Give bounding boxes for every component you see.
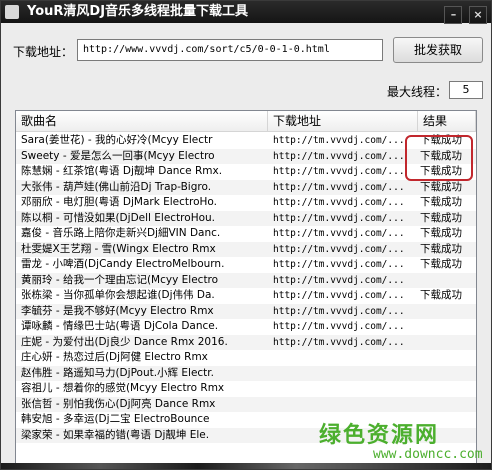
cell-download-url: http://tm.vvvdj.com/... [273, 228, 405, 239]
cell-song-name: 陈以桐 - 可惜没如果(DjDell ElectroHou. [21, 211, 216, 224]
cell-download-url: http://tm.vvvdj.com/... [273, 197, 405, 208]
cell-song-name: 黄丽玲 - 给我一个理由忘记(Mcyy Electro [21, 273, 219, 286]
title-bar: YouR清风DJ音乐多线程批量下载工具 – × [1, 1, 491, 24]
url-label: 下载地址： [13, 45, 74, 59]
table-row[interactable]: 陈以桐 - 可惜没如果(DjDell ElectroHou. http://tm.… [16, 210, 476, 226]
cell-download-url: http://tm.vvvdj.com/... [273, 336, 405, 348]
cell-song-name: 庄心妍 - 热恋过后(Dj阿健 Electro Rmx [21, 351, 208, 363]
column-header-url[interactable]: 下载地址 [268, 111, 418, 131]
cell-song-name: 韩安旭 - 多幸运(Dj二宝 ElectroBounce [21, 413, 210, 425]
cell-song-name: 李毓芬 - 是我不够好(Mcyy Electro Rmx [21, 304, 214, 317]
cell-song-name: 谭咏麟 - 情缘巴士站(粤语 DjCola Dance. [21, 320, 219, 332]
cell-download-url [268, 366, 416, 382]
url-input[interactable]: http://www.vvvdj.com/sort/c5/0-0-1-0.htm… [77, 39, 383, 61]
cell-song-name: 大张伟 - 葫芦娃(佛山前沿Dj Trap-Bigro. [21, 180, 212, 193]
table-row[interactable]: 李毓芬 - 是我不够好(Mcyy Electro Rmx http://tm.vv… [16, 303, 476, 320]
cell-download-url: http://tm.vvvdj.com/... [273, 290, 405, 301]
cell-song-name: 陈慧娴 - 红茶馆(粤语 Dj靓坤 Dance Rmx. [21, 165, 223, 177]
cell-result: 下载成功 [420, 258, 462, 270]
table-row[interactable]: 张栋梁 - 当你孤单你会想起谁(Dj伟伟 Da. http://tm.vvvdj.… [16, 288, 476, 304]
table-row[interactable]: 嘉俊 - 音乐路上陪你走新兴Dj細VIN Danc. http://tm.vvvd… [16, 226, 476, 242]
cell-download-url [268, 381, 416, 397]
cell-song-name: 梁家荣 - 如果幸福的错(粤语 Dj靓坤 Ele. [21, 428, 210, 441]
cell-result [418, 381, 476, 397]
cell-result [418, 350, 476, 366]
column-header-name[interactable]: 歌曲名 [16, 111, 268, 131]
cell-song-name: 容祖儿 - 想着你的感觉(Mcyy Electro Rmx [21, 382, 225, 394]
threads-label: 最大线程： [387, 85, 448, 99]
cell-download-url: http://tm.vvvdj.com/... [273, 305, 405, 317]
cell-result: 下载成功 [420, 211, 462, 224]
watermark: 绿色资源网 www.downcc.com [319, 417, 489, 469]
table-row[interactable]: 雷龙 - 小啤酒(DjCandy ElectroMelbourn. http://… [16, 257, 476, 273]
bottom-edge [1, 463, 491, 469]
cell-result: 下载成功 [420, 289, 462, 301]
cell-result: 下载成功 [420, 196, 462, 208]
cell-song-name: 赵伟胜 - 路遥知马力(DjPout.小辉 Electr. [21, 366, 214, 379]
list-header: 歌曲名 下载地址 结果 [16, 111, 476, 132]
cell-song-name: 张信哲 - 别怕我伤心(Dj阿亮 Dance Rmx [21, 397, 216, 410]
table-row[interactable]: 杜雯媞X王艺翔 - 雪(Wingx Electro Rmx http://tm.v… [16, 241, 476, 257]
cell-result [418, 273, 476, 289]
threads-input[interactable]: 5 [449, 81, 483, 99]
table-row[interactable]: 赵伟胜 - 路遥知马力(DjPout.小辉 Electr. [16, 365, 476, 382]
cell-result [418, 319, 476, 335]
cell-result [418, 335, 476, 351]
cell-result [418, 366, 476, 382]
success-highlight-box [405, 135, 473, 181]
watermark-text: 绿色资源网 [319, 423, 440, 448]
app-window: YouR清风DJ音乐多线程批量下载工具 – × 下载地址： http://www… [0, 0, 492, 470]
cell-download-url: http://tm.vvvdj.com/... [273, 166, 405, 177]
fetch-button[interactable]: 批发获取 [393, 37, 483, 63]
watermark-url: www.downcc.com [373, 447, 483, 462]
cell-result: 下载成功 [420, 242, 462, 255]
table-row[interactable]: 庄心妍 - 热恋过后(Dj阿健 Electro Rmx [16, 350, 476, 366]
cell-download-url [268, 350, 416, 366]
cell-download-url [268, 397, 416, 413]
cell-download-url: http://tm.vvvdj.com/... [273, 274, 405, 286]
cell-result: 下载成功 [420, 227, 462, 239]
cell-result: 下载成功 [420, 180, 462, 193]
app-icon [5, 5, 19, 19]
cell-result [418, 397, 476, 413]
table-row[interactable]: 庄妮 - 为爱付出(Dj良少 Dance Rmx 2016. http://tm.… [16, 334, 476, 351]
cell-download-url: http://tm.vvvdj.com/... [273, 181, 405, 193]
cell-download-url: http://tm.vvvdj.com/... [273, 259, 405, 270]
table-row[interactable]: 容祖儿 - 想着你的感觉(Mcyy Electro Rmx [16, 381, 476, 397]
table-row[interactable]: 黄丽玲 - 给我一个理由忘记(Mcyy Electro http://tm.vvv… [16, 272, 476, 289]
cell-download-url: http://tm.vvvdj.com/... [273, 150, 405, 162]
minimize-button[interactable]: – [444, 6, 463, 24]
table-row[interactable]: 谭咏麟 - 情缘巴士站(粤语 DjCola Dance. http://tm.vv… [16, 319, 476, 335]
cell-song-name: 嘉俊 - 音乐路上陪你走新兴Dj細VIN Danc. [21, 227, 221, 239]
cell-result [418, 304, 476, 320]
cell-song-name: 庄妮 - 为爱付出(Dj良少 Dance Rmx 2016. [21, 335, 228, 348]
cell-song-name: 张栋梁 - 当你孤单你会想起谁(Dj伟伟 Da. [21, 289, 215, 301]
cell-download-url: http://tm.vvvdj.com/... [273, 212, 405, 224]
cell-song-name: 杜雯媞X王艺翔 - 雪(Wingx Electro Rmx [21, 242, 216, 255]
column-header-result[interactable]: 结果 [418, 111, 476, 131]
cell-download-url: http://tm.vvvdj.com/... [273, 243, 405, 255]
cell-song-name: Sara(姜世花) - 我的心好冷(Mcyy Electr [21, 134, 213, 146]
window-title: YouR清风DJ音乐多线程批量下载工具 [27, 4, 249, 19]
cell-song-name: 雷龙 - 小啤酒(DjCandy ElectroMelbourn. [21, 258, 225, 270]
table-row[interactable]: 张信哲 - 别怕我伤心(Dj阿亮 Dance Rmx [16, 396, 476, 413]
cell-song-name: Sweety - 爱是怎么一回事(Mcyy Electro [21, 149, 215, 162]
close-button[interactable]: × [469, 6, 487, 24]
cell-song-name: 邓丽欣 - 电灯胆(粤语 DjMark ElectroHo. [21, 196, 218, 208]
table-row[interactable]: 大张伟 - 葫芦娃(佛山前沿Dj Trap-Bigro. http://tm.vv… [16, 179, 476, 195]
table-row[interactable]: 邓丽欣 - 电灯胆(粤语 DjMark ElectroHo. http://tm.… [16, 195, 476, 211]
cell-download-url: http://tm.vvvdj.com/... [273, 135, 405, 146]
cell-download-url: http://tm.vvvdj.com/... [273, 321, 405, 332]
